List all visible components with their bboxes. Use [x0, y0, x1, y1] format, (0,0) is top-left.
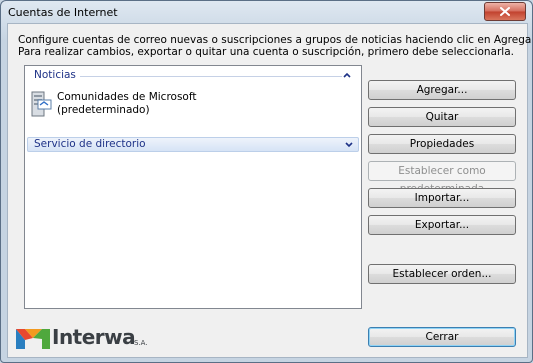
interwa-logo: Interwa S.A. — [16, 325, 166, 351]
properties-button[interactable]: Propiedades — [368, 134, 516, 154]
instructions-text: Configure cuentas de correo nuevas o sus… — [18, 34, 533, 58]
list-item-account[interactable]: Comunidades de Microsoft (predeterminado… — [29, 89, 329, 119]
chevron-up-icon[interactable] — [342, 70, 352, 80]
remove-button[interactable]: Quitar — [368, 107, 516, 127]
group-divider — [80, 76, 342, 77]
internet-accounts-window: Cuentas de Internet Configure cuentas de… — [0, 0, 533, 363]
account-name: Comunidades de Microsoft — [57, 91, 197, 103]
instructions-line-1: Configure cuentas de correo nuevas o sus… — [18, 34, 533, 46]
window-close-button[interactable] — [484, 2, 526, 21]
news-server-icon — [31, 91, 52, 117]
logo-suffix: S.A. — [134, 339, 148, 347]
close-button[interactable]: Cerrar — [368, 327, 516, 347]
accounts-list[interactable]: Noticias Comunidades de Microsoft (prede — [24, 65, 362, 309]
group-label-news: Noticias — [34, 69, 76, 81]
set-default-button[interactable]: Establecer como predeterminada — [368, 161, 516, 195]
dialog-content: Configure cuentas de correo nuevas o sus… — [7, 23, 532, 358]
import-button[interactable]: Importar... — [368, 188, 516, 208]
instructions-line-2: Para realizar cambios, exportar o quitar… — [18, 46, 514, 58]
logo-text: Interwa — [52, 325, 136, 349]
interwa-logo-mark-icon — [16, 329, 50, 349]
add-button[interactable]: Agregar... — [368, 80, 516, 100]
group-label-directory: Servicio de directorio — [34, 138, 146, 150]
account-default-label: (predeterminado) — [57, 104, 150, 116]
title-bar[interactable]: Cuentas de Internet — [1, 1, 532, 23]
export-button[interactable]: Exportar... — [368, 215, 516, 235]
set-order-button[interactable]: Establecer orden... — [368, 264, 516, 284]
chevron-down-icon[interactable] — [344, 139, 354, 149]
close-icon — [500, 7, 510, 16]
window-title: Cuentas de Internet — [8, 6, 118, 19]
group-header-directory[interactable]: Servicio de directorio — [27, 137, 359, 152]
group-header-news[interactable]: Noticias — [30, 69, 356, 83]
